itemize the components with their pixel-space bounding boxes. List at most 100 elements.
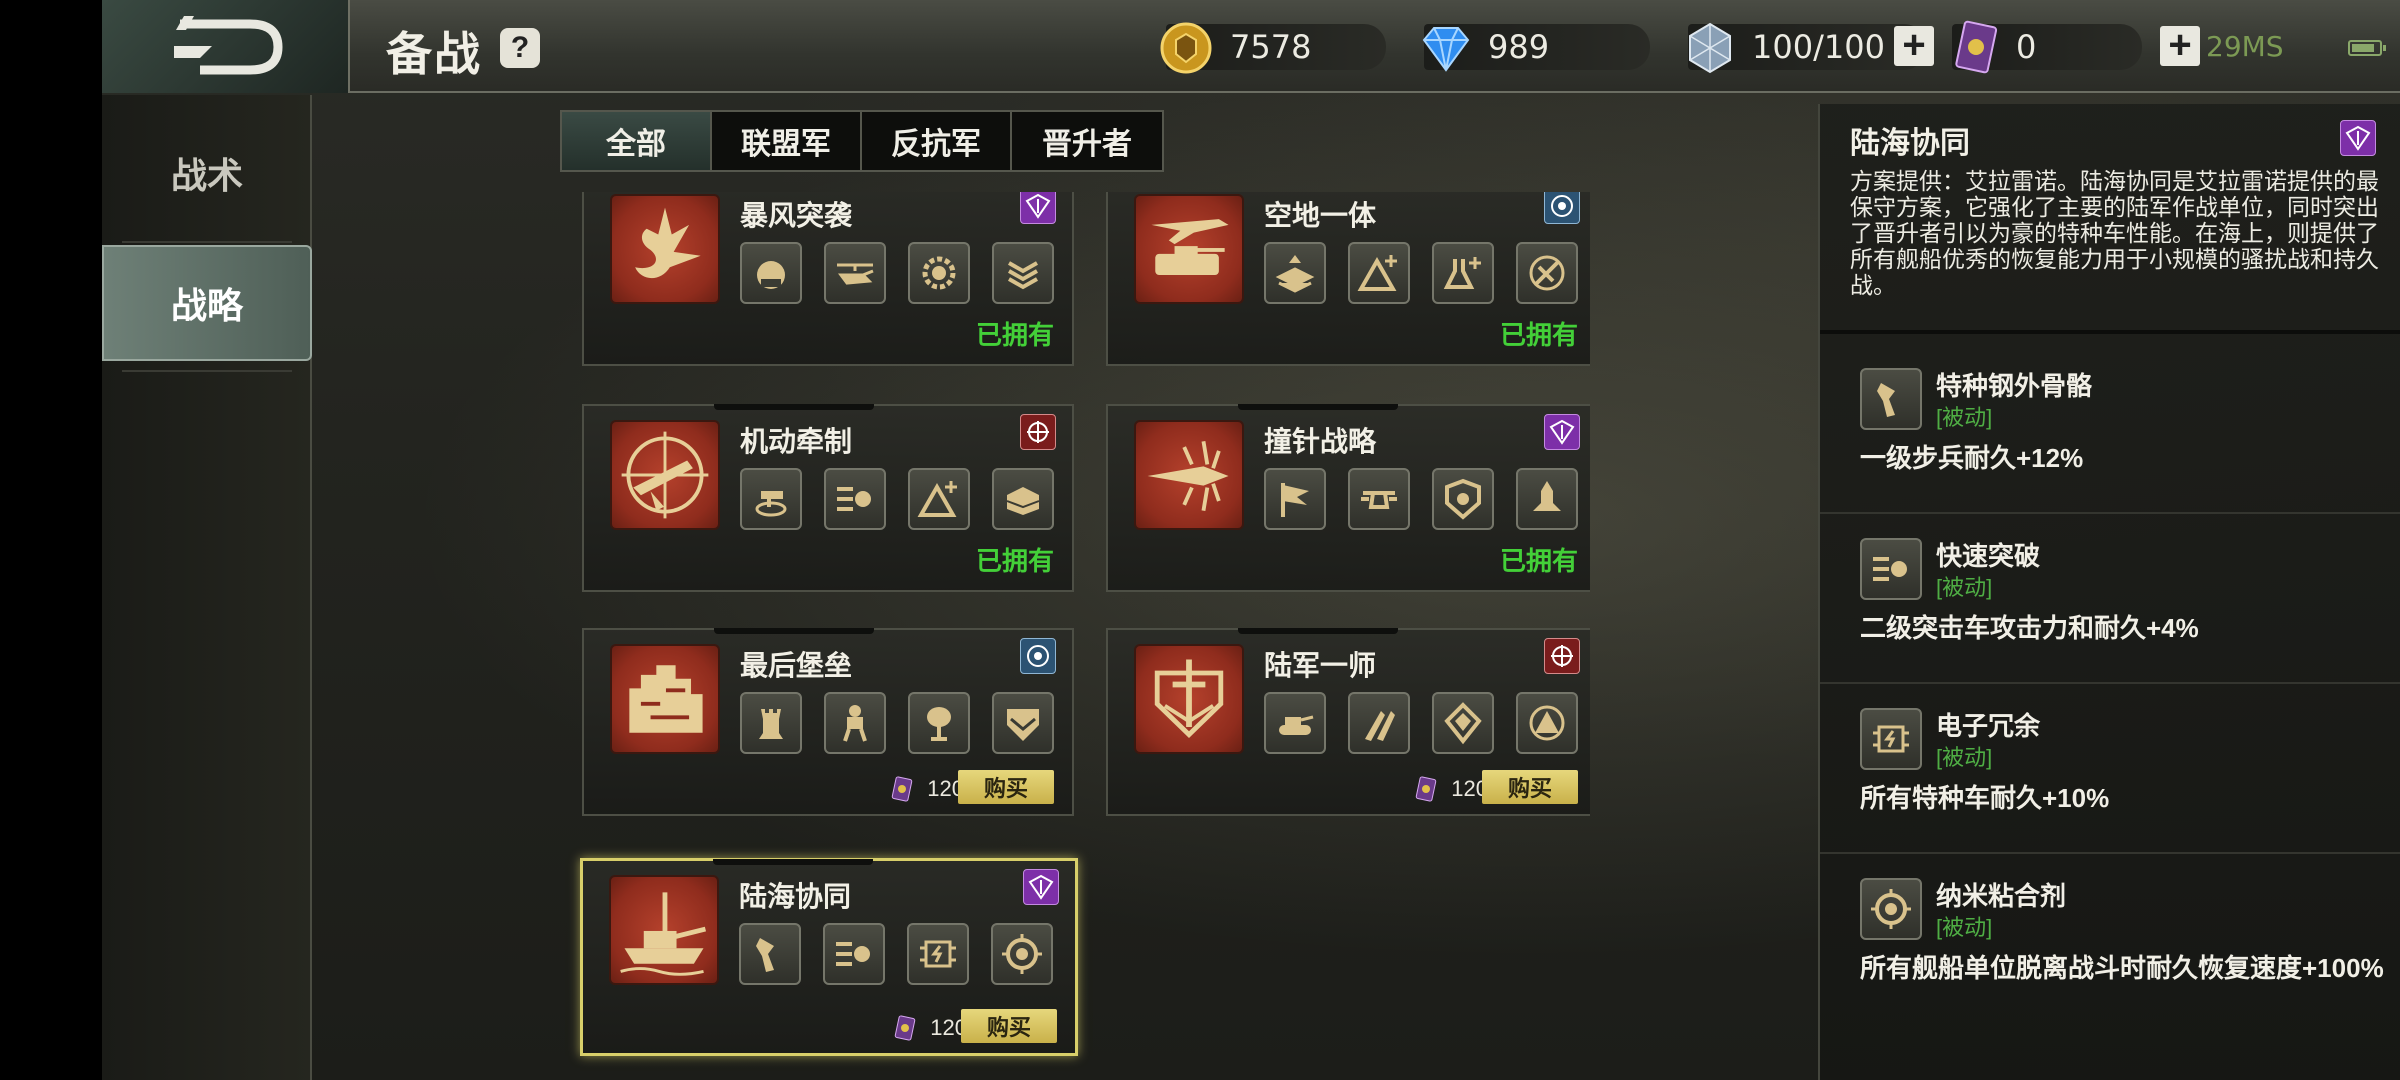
mech-icon[interactable] <box>824 692 886 754</box>
triangle-plus-icon[interactable] <box>908 468 970 530</box>
tab-ascended[interactable]: 晋升者 <box>1012 112 1162 170</box>
strategy-card-selected[interactable]: 陆海协同 120 购买 <box>580 858 1078 1056</box>
lab-plus-icon[interactable] <box>1432 242 1494 304</box>
diamond-shield-icon[interactable] <box>1432 692 1494 754</box>
card-title: 暴风突袭 <box>740 200 853 231</box>
ticket-resource: 0 <box>1952 20 2142 74</box>
turret-icon[interactable] <box>740 468 802 530</box>
crystal-icon <box>1689 22 1731 74</box>
nano-icon[interactable] <box>991 923 1053 985</box>
nav-strategy[interactable]: 战略 <box>102 245 312 361</box>
tank-icon[interactable] <box>1264 692 1326 754</box>
trait-effect: 一级步兵耐久+12% <box>1860 443 2084 473</box>
tab-alliance[interactable]: 联盟军 <box>712 112 862 170</box>
nav-tactics[interactable]: 战术 <box>102 115 312 231</box>
trait-item: 特种钢外骨骼 [被动] 一级步兵耐久+12% <box>1820 344 2400 514</box>
tank-blast-icon[interactable] <box>740 242 802 304</box>
gear-icon[interactable] <box>908 242 970 304</box>
trait-effect: 所有特种车耐久+10% <box>1860 783 2110 813</box>
ascended-faction-icon <box>2340 120 2376 156</box>
trait-name: 电子冗余 <box>1936 711 2041 741</box>
buy-button[interactable]: 购买 <box>1482 770 1578 804</box>
top-bar: 备战 ? 7578 989 100/100 + 0 + 29MS <box>102 0 2400 93</box>
trait-name: 特种钢外骨骼 <box>1936 371 2093 401</box>
detail-title: 陆海协同 <box>1850 127 1970 160</box>
filter-tabs: 全部 联盟军 反抗军 晋升者 <box>560 110 1164 172</box>
tab-resistance[interactable]: 反抗军 <box>862 112 1012 170</box>
shield-stripe-icon[interactable] <box>992 692 1054 754</box>
missile-icon[interactable] <box>1516 468 1578 530</box>
trait-effect: 所有舰船单位脱离战斗时耐久恢复速度+100% <box>1860 953 2384 983</box>
ascended-faction-icon <box>1020 192 1056 224</box>
card-title: 最后堡垒 <box>740 650 853 681</box>
boost-icon <box>1860 538 1922 600</box>
resistance-faction-icon <box>1544 638 1580 674</box>
trait-name: 快速突破 <box>1936 541 2041 571</box>
owned-status: 已拥有 <box>975 546 1054 576</box>
ascended-faction-icon <box>1544 414 1580 450</box>
layers-up-icon[interactable] <box>1264 242 1326 304</box>
card-title: 机动牵制 <box>740 426 853 457</box>
trait-tag: [被动] <box>1936 575 1993 600</box>
strategy-card[interactable]: 暴风突袭 已拥有 <box>582 192 1074 366</box>
strategy-card[interactable]: 最后堡垒 120 购买 <box>582 628 1074 816</box>
helicopter-icon[interactable] <box>824 242 886 304</box>
help-icon[interactable]: ? <box>500 28 540 68</box>
chevron-rank-icon[interactable] <box>992 242 1054 304</box>
detail-divider <box>1820 330 2400 334</box>
card-title: 空地一体 <box>1264 200 1377 231</box>
skill-list <box>740 468 1054 530</box>
card-title: 陆军一师 <box>1264 650 1377 681</box>
trait-name: 纳米粘合剂 <box>1936 881 2067 911</box>
drone-icon[interactable] <box>1348 468 1410 530</box>
boost-icon[interactable] <box>823 923 885 985</box>
skill-list <box>1264 242 1578 304</box>
boost-icon[interactable] <box>824 468 886 530</box>
warning-circle-icon[interactable] <box>1516 692 1578 754</box>
alliance-faction-icon <box>1020 638 1056 674</box>
trait-tag: [被动] <box>1936 405 1993 430</box>
missile-pair-icon[interactable] <box>1348 692 1410 754</box>
ticket-value: 0 <box>2016 28 2037 66</box>
diamond-resource: 989 <box>1422 24 1650 72</box>
energy-resource: 100/100 <box>1688 22 1926 74</box>
trait-effect: 二级突击车攻击力和耐久+4% <box>1860 613 2199 643</box>
strategy-card[interactable]: 空地一体 已拥有 <box>1106 192 1590 366</box>
propeller-icon[interactable] <box>1516 242 1578 304</box>
skill-list <box>1264 692 1578 754</box>
back-button[interactable] <box>102 0 350 93</box>
add-energy-button[interactable]: + <box>1894 25 1934 66</box>
tab-all[interactable]: 全部 <box>562 112 712 170</box>
armor-plate-icon[interactable] <box>992 468 1054 530</box>
left-nav: 战术 战略 <box>102 95 312 1080</box>
land-sea-image <box>609 875 719 985</box>
arm-icon[interactable] <box>739 923 801 985</box>
gold-coin-icon <box>1160 22 1212 74</box>
owned-status: 已拥有 <box>1499 320 1578 350</box>
back-arrow-icon <box>174 15 283 74</box>
diamond-icon <box>1422 27 1470 72</box>
buy-button[interactable]: 购买 <box>961 1009 1057 1043</box>
strategy-card[interactable]: 陆军一师 120 购买 <box>1106 628 1590 816</box>
price-tag: 120 <box>894 1015 967 1041</box>
flag-icon[interactable] <box>1264 468 1326 530</box>
buy-button[interactable]: 购买 <box>958 770 1054 804</box>
chip-icon[interactable] <box>907 923 969 985</box>
gold-resource: 7578 <box>1160 22 1386 74</box>
price-tag: 120 <box>1415 776 1488 802</box>
ticket-card-icon <box>895 1015 916 1041</box>
shield-gear-icon[interactable] <box>1432 468 1494 530</box>
nano-icon <box>1860 878 1922 940</box>
card-title: 撞针战略 <box>1264 426 1377 457</box>
tree-icon[interactable] <box>908 692 970 754</box>
strategy-card[interactable]: 机动牵制 已拥有 <box>582 404 1074 592</box>
tower-icon[interactable] <box>740 692 802 754</box>
trait-tag: [被动] <box>1936 915 1993 940</box>
add-ticket-button[interactable]: + <box>2160 25 2200 66</box>
strategy-detail-panel: 陆海协同 方案提供：艾拉雷诺。陆海协同是艾拉雷诺提供的最保守方案，它强化了主要的… <box>1818 104 2400 1080</box>
triangle-plus-icon[interactable] <box>1348 242 1410 304</box>
ticket-card-icon <box>892 776 913 802</box>
detail-description: 方案提供：艾拉雷诺。陆海协同是艾拉雷诺提供的最保守方案，它强化了主要的陆军作战单… <box>1850 168 2379 298</box>
ticket-card-icon <box>1955 20 1998 74</box>
strategy-card[interactable]: 撞针战略 已拥有 <box>1106 404 1590 592</box>
